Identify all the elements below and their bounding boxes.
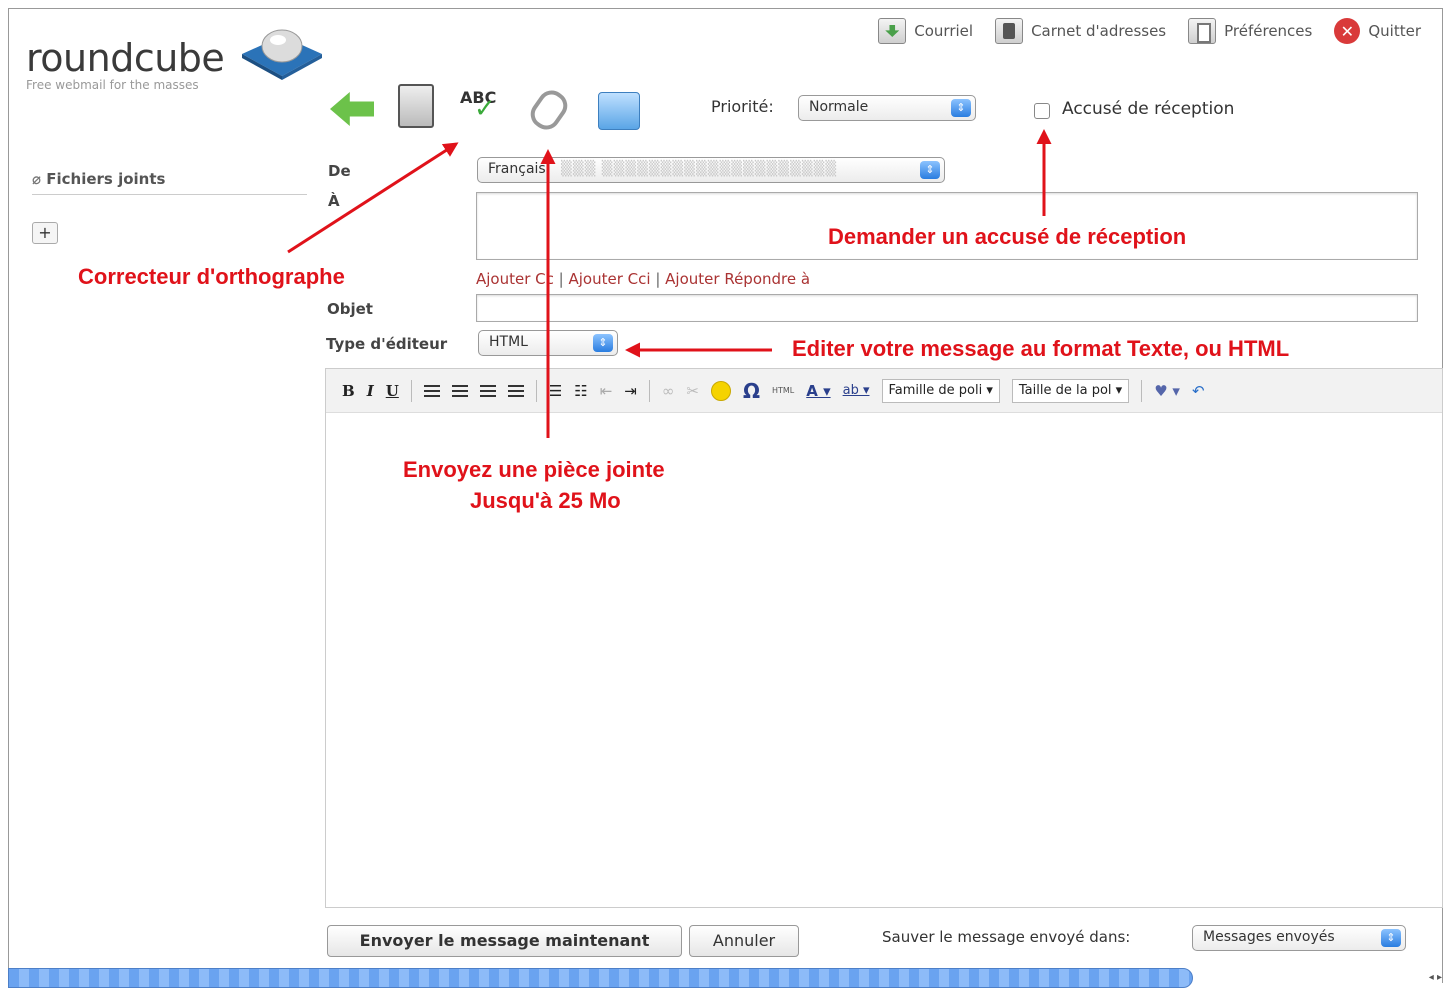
annotation-format: Editer votre message au format Texte, ou…: [792, 336, 1290, 361]
subject-field[interactable]: [476, 294, 1418, 322]
horizontal-scrollbar[interactable]: [8, 968, 1193, 988]
chevron-updown-icon: ⇕: [920, 161, 940, 179]
attachments-section: ⌀ Fichiers joints: [32, 170, 307, 195]
logo-name: roundcube: [26, 36, 225, 80]
priority-select[interactable]: Normale ⇕: [798, 95, 976, 121]
nav-preferences[interactable]: Préférences: [1188, 18, 1312, 44]
nav-contacts-label: Carnet d'adresses: [1031, 22, 1167, 40]
from-select[interactable]: Français ▒▒▒ ▒▒▒▒▒▒▒▒▒▒▒▒▒▒▒▒▒▒▒▒ ⇕: [477, 157, 945, 183]
logo[interactable]: roundcube Free webmail for the masses: [26, 29, 322, 92]
special-char-icon[interactable]: Ω: [743, 379, 760, 403]
chevron-updown-icon: ⇕: [1381, 929, 1401, 947]
cube-logo-icon: [242, 29, 322, 80]
font-size-value: Taille de la pol: [1018, 382, 1112, 398]
logo-tagline: Free webmail for the masses: [26, 78, 199, 92]
add-attachment-button[interactable]: +: [32, 222, 58, 244]
attachments-label: Fichiers joints: [46, 170, 166, 188]
check-icon: ✓: [474, 94, 496, 124]
receipt-checkbox[interactable]: [1034, 103, 1050, 119]
add-bcc-link[interactable]: Ajouter Cci: [569, 270, 651, 288]
font-family-select[interactable]: Famille de poli ▾: [881, 378, 1000, 403]
editor-type-select[interactable]: HTML ⇕: [478, 330, 618, 356]
save-draft-icon[interactable]: [598, 92, 640, 130]
italic-button[interactable]: I: [367, 382, 374, 400]
cancel-button[interactable]: Annuler: [689, 925, 799, 957]
add-recipient-links: Ajouter Cc | Ajouter Cci | Ajouter Répon…: [476, 270, 811, 288]
editor-type-label: Type d'éditeur: [326, 335, 448, 353]
underline-button[interactable]: U: [386, 382, 399, 400]
close-icon: ✕: [1334, 18, 1361, 44]
unlink-icon[interactable]: ✂: [686, 382, 699, 400]
mail-icon: [878, 18, 907, 44]
nav-quit[interactable]: ✕ Quitter: [1334, 18, 1421, 44]
from-address-blurred: ▒▒▒ ▒▒▒▒▒▒▒▒▒▒▒▒▒▒▒▒▒▒▒▒: [550, 161, 838, 177]
spellcheck-editor-icon[interactable]: ♥ ▾: [1154, 382, 1180, 400]
chevron-updown-icon: ⇕: [593, 334, 613, 352]
nav-preferences-label: Préférences: [1224, 22, 1313, 40]
nav-contacts[interactable]: Carnet d'adresses: [995, 18, 1166, 44]
annotation-attachment-line1: Envoyez une pièce jointe: [403, 457, 665, 482]
align-center-icon[interactable]: [451, 384, 468, 397]
align-left-icon[interactable]: [423, 384, 440, 397]
add-cc-link[interactable]: Ajouter Cc: [476, 270, 554, 288]
font-size-select[interactable]: Taille de la pol ▾: [1011, 378, 1130, 403]
link-icon[interactable]: ∞: [662, 382, 675, 400]
outdent-icon[interactable]: ⇤: [600, 382, 613, 400]
priority-value: Normale: [809, 99, 869, 115]
to-label: À: [328, 192, 340, 210]
spellcheck-button[interactable]: ABC ✓: [460, 88, 496, 124]
text-color-icon[interactable]: A ▾: [806, 382, 830, 400]
align-right-icon[interactable]: [479, 384, 496, 397]
toolbar-divider: [1141, 379, 1143, 402]
html-source-button[interactable]: HTML: [772, 386, 794, 395]
save-in-value: Messages envoyés: [1203, 929, 1335, 945]
toolbar-divider: [410, 379, 412, 402]
priority-label: Priorité:: [711, 97, 774, 116]
scroll-arrows-icon[interactable]: ◂ ▸: [1400, 968, 1442, 988]
bold-button[interactable]: B: [342, 382, 355, 400]
nav-quit-label: Quitter: [1368, 22, 1421, 40]
editor-type-value: HTML: [489, 334, 528, 350]
emoticon-icon[interactable]: [710, 380, 731, 401]
undo-icon[interactable]: ↶: [1192, 382, 1205, 400]
send-button[interactable]: Envoyer le message maintenant: [327, 925, 682, 957]
editor-toolbar: B I U ☰ ☷ ⇤ ⇥ ∞ ✂ Ω HTML A ▾ ab ▾ Famill…: [326, 369, 1442, 413]
nav-mail[interactable]: Courriel: [878, 18, 973, 44]
highlight-color-icon[interactable]: ab ▾: [843, 383, 870, 398]
add-reply-to-link[interactable]: Ajouter Répondre à: [665, 270, 810, 288]
indent-icon[interactable]: ⇥: [624, 382, 637, 400]
annotation-attachment-line2: Jusqu'à 25 Mo: [470, 488, 621, 513]
save-in-label: Sauver le message envoyé dans:: [882, 928, 1131, 946]
message-editor[interactable]: B I U ☰ ☷ ⇤ ⇥ ∞ ✂ Ω HTML A ▾ ab ▾ Famill…: [325, 368, 1443, 908]
receipt-label: Accusé de réception: [1062, 99, 1235, 119]
bullet-list-icon[interactable]: ☰: [549, 382, 562, 400]
annotation-spellcheck: Correcteur d'orthographe: [78, 264, 345, 289]
toolbar-divider: [648, 379, 650, 402]
align-justify-icon[interactable]: [507, 384, 524, 397]
paperclip-icon: ⌀: [32, 170, 47, 188]
numbered-list-icon[interactable]: ☷: [574, 382, 587, 400]
subject-label: Objet: [327, 300, 373, 318]
from-label: De: [328, 162, 351, 180]
nav-mail-label: Courriel: [914, 22, 974, 40]
address-book-button[interactable]: [398, 84, 434, 128]
save-in-select[interactable]: Messages envoyés ⇕: [1192, 925, 1406, 951]
preferences-icon: [1188, 18, 1217, 44]
toolbar-divider: [535, 379, 537, 402]
address-book-icon: [995, 18, 1024, 44]
top-navigation: Courriel Carnet d'adresses Préférences ✕…: [878, 18, 1421, 44]
annotation-receipt: Demander un accusé de réception: [828, 224, 1187, 249]
from-value: Français: [488, 161, 546, 177]
font-family-value: Famille de poli: [888, 382, 983, 398]
chevron-updown-icon: ⇕: [951, 99, 971, 117]
